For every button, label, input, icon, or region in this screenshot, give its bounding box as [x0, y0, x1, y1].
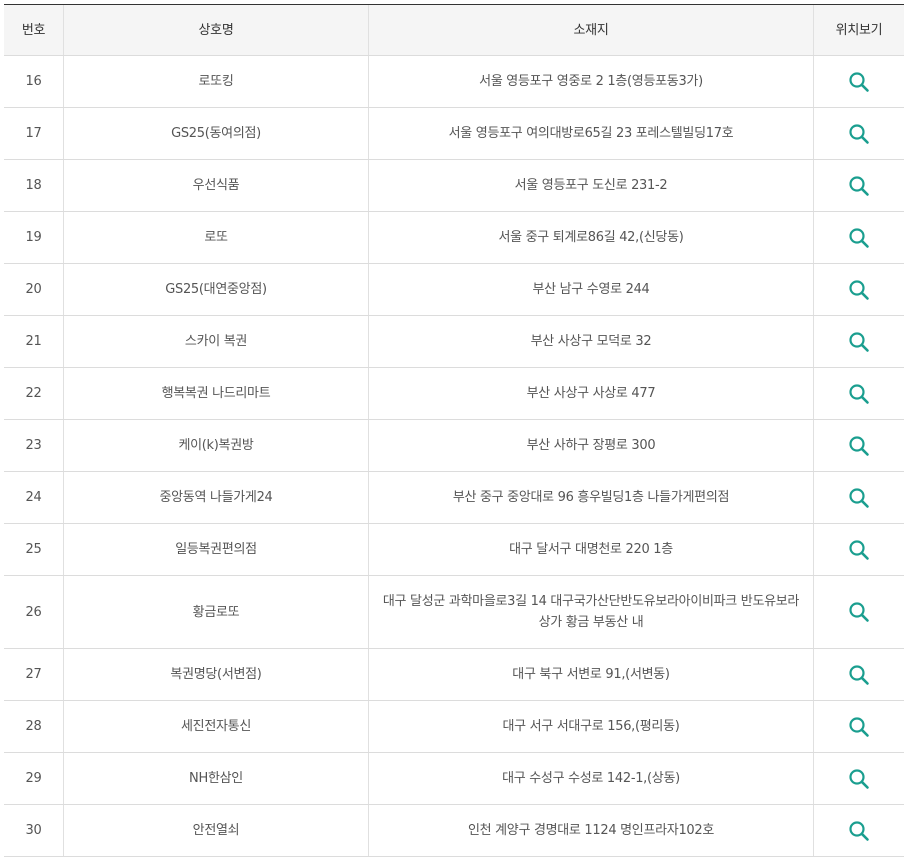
table-row: 30 안전열쇠 인천 계양구 경명대로 1124 명인프라자102호 — [4, 805, 904, 857]
row-store-name: 일등복권편의점 — [64, 524, 369, 575]
row-address: 대구 달서구 대명천로 220 1층 — [369, 524, 814, 575]
row-address: 대구 서구 서대구로 156,(평리동) — [369, 701, 814, 752]
table-body: 16 로또킹 서울 영등포구 영중로 2 1층(영등포동3가) 17 GS25(동여의점… — [4, 56, 904, 857]
row-location-cell — [814, 108, 904, 159]
table-row: 21 스카이 복권 부산 사상구 모덕로 32 — [4, 316, 904, 368]
row-address: 부산 사상구 사상로 477 — [369, 368, 814, 419]
table-row: 17 GS25(동여의점) 서울 영등포구 여의대방로65길 23 포레스텔빌딩17… — [4, 108, 904, 160]
table-row: 20 GS25(대연중앙점) 부산 남구 수영로 244 — [4, 264, 904, 316]
row-number: 28 — [4, 701, 64, 752]
row-address: 서울 영등포구 여의대방로65길 23 포레스텔빌딩17호 — [369, 108, 814, 159]
row-store-name: 복권명당(서변점) — [64, 649, 369, 700]
row-address: 부산 사하구 장평로 300 — [369, 420, 814, 471]
header-store-name: 상호명 — [64, 5, 369, 55]
search-icon[interactable] — [848, 601, 870, 623]
table-row: 29 NH한삼인 대구 수성구 수성로 142-1,(상동) — [4, 753, 904, 805]
table-row: 18 우선식품 서울 영등포구 도신로 231-2 — [4, 160, 904, 212]
header-location: 위치보기 — [835, 22, 883, 38]
table-header: 번호 상호명 소재지 위치보기 — [4, 5, 904, 56]
row-address: 대구 수성구 수성로 142-1,(상동) — [369, 753, 814, 804]
row-store-name: GS25(대연중앙점) — [64, 264, 369, 315]
row-location-cell — [814, 420, 904, 471]
search-icon[interactable] — [848, 768, 870, 790]
row-number: 23 — [4, 420, 64, 471]
table-row: 23 케이(k)복권방 부산 사하구 장평로 300 — [4, 420, 904, 472]
search-icon[interactable] — [848, 664, 870, 686]
row-location-cell — [814, 472, 904, 523]
table-row: 19 로또 서울 중구 퇴계로86길 42,(신당동) — [4, 212, 904, 264]
row-store-name: 안전열쇠 — [64, 805, 369, 856]
table-row: 27 복권명당(서변점) 대구 북구 서변로 91,(서변동) — [4, 649, 904, 701]
row-address: 서울 영등포구 도신로 231-2 — [369, 160, 814, 211]
row-number: 24 — [4, 472, 64, 523]
row-store-name: NH한삼인 — [64, 753, 369, 804]
table-row: 25 일등복권편의점 대구 달서구 대명천로 220 1층 — [4, 524, 904, 576]
search-icon[interactable] — [848, 820, 870, 842]
search-icon[interactable] — [848, 227, 870, 249]
row-location-cell — [814, 212, 904, 263]
search-icon[interactable] — [848, 175, 870, 197]
row-number: 19 — [4, 212, 64, 263]
search-icon[interactable] — [848, 539, 870, 561]
row-number: 22 — [4, 368, 64, 419]
row-address: 대구 달성군 과학마을로3길 14 대구국가산단반도유보라아이비파크 반도유보라… — [369, 576, 814, 648]
row-location-cell — [814, 264, 904, 315]
row-number: 26 — [4, 576, 64, 648]
row-number: 29 — [4, 753, 64, 804]
row-address: 서울 영등포구 영중로 2 1층(영등포동3가) — [369, 56, 814, 107]
table-row: 16 로또킹 서울 영등포구 영중로 2 1층(영등포동3가) — [4, 56, 904, 108]
search-icon[interactable] — [848, 279, 870, 301]
row-location-cell — [814, 649, 904, 700]
row-store-name: 세진전자통신 — [64, 701, 369, 752]
row-number: 21 — [4, 316, 64, 367]
search-icon[interactable] — [848, 487, 870, 509]
row-location-cell — [814, 701, 904, 752]
row-number: 27 — [4, 649, 64, 700]
header-number: 번호 — [4, 5, 64, 55]
row-number: 16 — [4, 56, 64, 107]
table-row: 24 중앙동역 나들가게24 부산 중구 중앙대로 96 흥우빌딩1층 나들가게편의… — [4, 472, 904, 524]
row-number: 30 — [4, 805, 64, 856]
row-store-name: 황금로또 — [64, 576, 369, 648]
row-location-cell — [814, 753, 904, 804]
row-store-name: 우선식품 — [64, 160, 369, 211]
header-address: 소재지 — [369, 5, 814, 55]
row-location-cell — [814, 576, 904, 648]
row-location-cell — [814, 368, 904, 419]
row-address: 인천 계양구 경명대로 1124 명인프라자102호 — [369, 805, 814, 856]
row-store-name: 행복복권 나드리마트 — [64, 368, 369, 419]
search-icon[interactable] — [848, 71, 870, 93]
row-address: 대구 북구 서변로 91,(서변동) — [369, 649, 814, 700]
row-address: 부산 사상구 모덕로 32 — [369, 316, 814, 367]
row-location-cell — [814, 160, 904, 211]
row-location-cell — [814, 316, 904, 367]
row-store-name: 중앙동역 나들가게24 — [64, 472, 369, 523]
row-location-cell — [814, 56, 904, 107]
row-store-name: 로또 — [64, 212, 369, 263]
search-icon[interactable] — [848, 716, 870, 738]
row-address: 서울 중구 퇴계로86길 42,(신당동) — [369, 212, 814, 263]
store-table: 번호 상호명 소재지 위치보기 16 로또킹 서울 영등포구 영중로 2 1층(영등… — [4, 4, 904, 857]
row-number: 25 — [4, 524, 64, 575]
row-store-name: GS25(동여의점) — [64, 108, 369, 159]
row-store-name: 로또킹 — [64, 56, 369, 107]
table-row: 26 황금로또 대구 달성군 과학마을로3길 14 대구국가산단반도유보라아이비파크… — [4, 576, 904, 649]
row-number: 20 — [4, 264, 64, 315]
search-icon[interactable] — [848, 383, 870, 405]
row-address: 부산 남구 수영로 244 — [369, 264, 814, 315]
table-row: 28 세진전자통신 대구 서구 서대구로 156,(평리동) — [4, 701, 904, 753]
row-number: 18 — [4, 160, 64, 211]
search-icon[interactable] — [848, 435, 870, 457]
search-icon[interactable] — [848, 331, 870, 353]
row-address: 부산 중구 중앙대로 96 흥우빌딩1층 나들가게편의점 — [369, 472, 814, 523]
search-icon[interactable] — [848, 123, 870, 145]
row-store-name: 케이(k)복권방 — [64, 420, 369, 471]
row-number: 17 — [4, 108, 64, 159]
row-location-cell — [814, 524, 904, 575]
row-location-cell — [814, 805, 904, 856]
table-row: 22 행복복권 나드리마트 부산 사상구 사상로 477 — [4, 368, 904, 420]
row-store-name: 스카이 복권 — [64, 316, 369, 367]
